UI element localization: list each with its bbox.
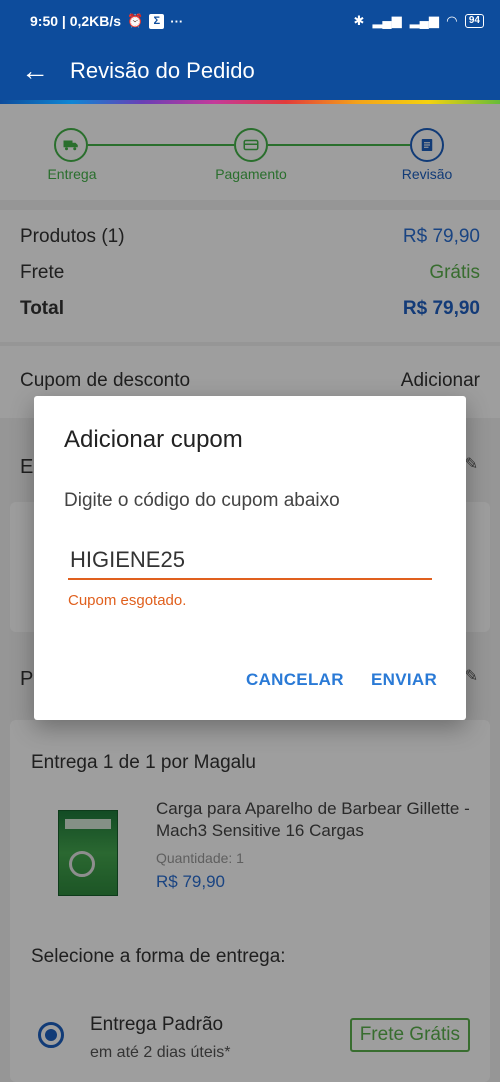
battery-icon: 94 (464, 14, 484, 28)
add-coupon-dialog: Adicionar cupom Digite o código do cupom… (34, 396, 466, 720)
coupon-error-message: Cupom esgotado. (68, 592, 187, 609)
dialog-title: Adicionar cupom (64, 426, 243, 453)
status-time: 9:50 | 0,2KB/s (30, 13, 122, 29)
app-bar: ← Revisão do Pedido (0, 42, 500, 100)
wifi-icon: ◠ (446, 13, 457, 28)
signal-icon-2: ▂▄▆ (409, 13, 439, 28)
dialog-message: Digite o código do cupom abaixo (64, 490, 340, 511)
submit-button[interactable]: ENVIAR (371, 670, 437, 690)
page-title: Revisão do Pedido (70, 58, 255, 83)
coupon-code-input[interactable] (68, 542, 432, 580)
cancel-button[interactable]: CANCELAR (246, 670, 344, 690)
alarm-icon: ⏰ (127, 13, 144, 28)
back-arrow-icon[interactable]: ← (0, 55, 70, 87)
more-notifications-icon: ··· (170, 13, 184, 29)
status-bar: 9:50 | 0,2KB/s ⏰ Σ ··· ✱ ▂▄▆ ▂▄▆ ◠ 94 (0, 0, 500, 42)
bluetooth-icon: ✱ (353, 13, 365, 28)
signal-icon: ▂▄▆ (372, 13, 402, 28)
sigma-app-icon: Σ (149, 13, 165, 29)
